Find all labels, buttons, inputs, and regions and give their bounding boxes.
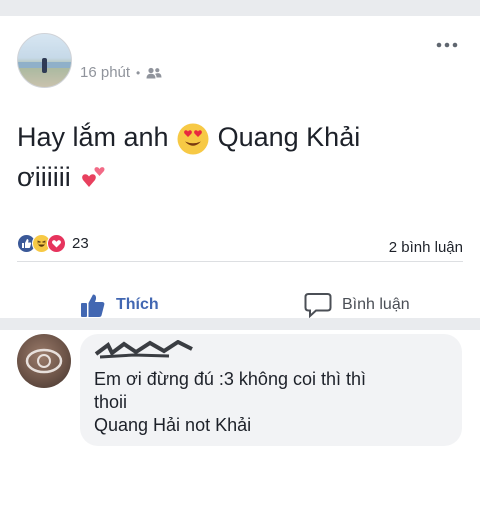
- comment-text: Em ơi đừng đú :3 không coi thì thì thoii…: [94, 368, 366, 437]
- commenter-avatar[interactable]: [17, 334, 71, 388]
- comment-count[interactable]: 2 bình luận: [389, 239, 463, 256]
- post-meta: 16 phút •: [80, 64, 162, 81]
- post-text: Hay lắm anh Quang Khải ơiiiiii: [17, 117, 457, 197]
- comment-section: Em ơi đừng đú :3 không coi thì thì thoii…: [0, 330, 480, 458]
- comment-line-3: Quang Hải not Khải: [94, 415, 252, 435]
- section-separator: [0, 318, 480, 330]
- divider-top: [17, 261, 463, 262]
- two-hearts-emoji-icon: [82, 167, 105, 187]
- friends-icon: [146, 67, 162, 78]
- post-text-line2: ơiiiiii: [17, 162, 71, 192]
- thumbs-up-icon: [81, 294, 105, 317]
- post-time[interactable]: 16 phút: [80, 64, 130, 81]
- reaction-icons[interactable]: 23: [17, 234, 89, 253]
- comment-line-2: thoii: [94, 392, 128, 412]
- post-text-part2: Quang Khải: [217, 122, 361, 152]
- meta-dot: •: [136, 65, 141, 80]
- comment-bubble[interactable]: Em ơi đừng đú :3 không coi thì thì thoii…: [80, 334, 462, 446]
- like-label: Thích: [116, 296, 159, 313]
- post-text-part1: Hay lắm anh: [17, 122, 169, 152]
- love-reaction-icon: [47, 234, 66, 253]
- comment-button[interactable]: Bình luận: [304, 292, 410, 318]
- top-strip: [0, 0, 480, 16]
- avatar[interactable]: [17, 33, 72, 88]
- reaction-count: 23: [72, 235, 89, 252]
- blur-mark-icon: [25, 348, 63, 374]
- heart-eyes-emoji-icon: [177, 123, 209, 155]
- like-button[interactable]: Thích: [80, 292, 159, 318]
- comment-label: Bình luận: [342, 296, 410, 313]
- post-card: 16 phút • Hay lắm anh Quang Khải ơiiiiii: [0, 16, 480, 318]
- bottom-blank: [0, 458, 480, 518]
- comment-bubble-icon: [304, 293, 332, 318]
- more-dots-icon[interactable]: [436, 42, 458, 48]
- redacted-name-icon: [94, 340, 193, 359]
- comment-line-1: Em ơi đừng đú :3 không coi thì thì: [94, 369, 367, 389]
- avatar-figure: [42, 58, 47, 73]
